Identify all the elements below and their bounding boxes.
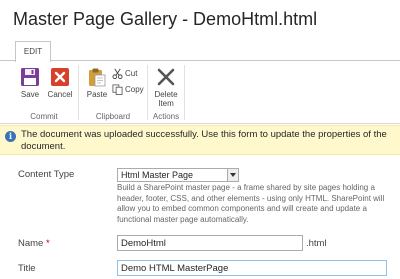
save-button[interactable]: Save: [15, 65, 45, 105]
content-type-selected: Html Master Page: [121, 170, 194, 180]
save-label: Save: [20, 90, 40, 99]
title-field[interactable]: [117, 260, 387, 276]
delete-item-button[interactable]: Delete Item: [151, 65, 181, 108]
content-type-label: Content Type: [18, 169, 75, 180]
delete-label-line1: Delete: [154, 90, 178, 99]
info-icon: i: [5, 131, 16, 142]
delete-label-line2: Item: [158, 99, 174, 108]
copy-label: Copy: [125, 85, 144, 94]
ribbon-separator: [184, 65, 185, 120]
ribbon-group-clipboard: Paste Cut Copy Clipboard: [80, 61, 146, 123]
name-extension: .html: [306, 238, 327, 249]
cancel-label: Cancel: [47, 90, 73, 99]
page-title: Master Page Gallery - DemoHtml.html: [13, 9, 318, 29]
required-marker: *: [45, 238, 50, 249]
delete-x-icon: [157, 68, 175, 86]
scissors-icon: [112, 69, 123, 80]
floppy-disk-icon: [21, 68, 39, 86]
actions-group-label: Actions: [152, 112, 180, 121]
commit-group-label: Commit: [30, 112, 58, 121]
cancel-button[interactable]: Cancel: [45, 65, 75, 105]
title-label: Title: [18, 263, 36, 274]
paste-button[interactable]: Paste: [82, 65, 112, 105]
content-type-select[interactable]: Html Master Page: [117, 168, 239, 182]
copy-button[interactable]: Copy: [112, 83, 144, 96]
name-label: Name *: [18, 238, 50, 249]
cancel-x-icon: [51, 68, 69, 86]
paste-label: Paste: [86, 90, 108, 99]
ribbon-tab-strip: EDIT: [0, 41, 400, 62]
copy-icon: [112, 84, 123, 96]
ribbon-group-actions: Delete Item Actions: [149, 61, 183, 123]
ribbon-separator: [147, 65, 148, 120]
clipboard-group-label: Clipboard: [95, 112, 131, 121]
status-bar: i The document was uploaded successfully…: [0, 125, 400, 155]
name-label-text: Name: [18, 238, 44, 249]
cut-button[interactable]: Cut: [112, 67, 137, 80]
name-field[interactable]: [117, 235, 303, 251]
content-type-description: Build a SharePoint master page - a frame…: [117, 183, 385, 224]
status-message: The document was uploaded successfully. …: [21, 129, 387, 152]
ribbon-separator: [78, 65, 79, 120]
clipboard-paste-icon: [89, 68, 106, 87]
cut-label: Cut: [125, 69, 138, 78]
ribbon: Save Cancel Commit Paste Cut Copy Clipbo…: [0, 60, 400, 124]
tab-edit[interactable]: EDIT: [15, 41, 51, 62]
chevron-down-icon[interactable]: [227, 169, 238, 181]
ribbon-group-commit: Save Cancel Commit: [12, 61, 76, 123]
